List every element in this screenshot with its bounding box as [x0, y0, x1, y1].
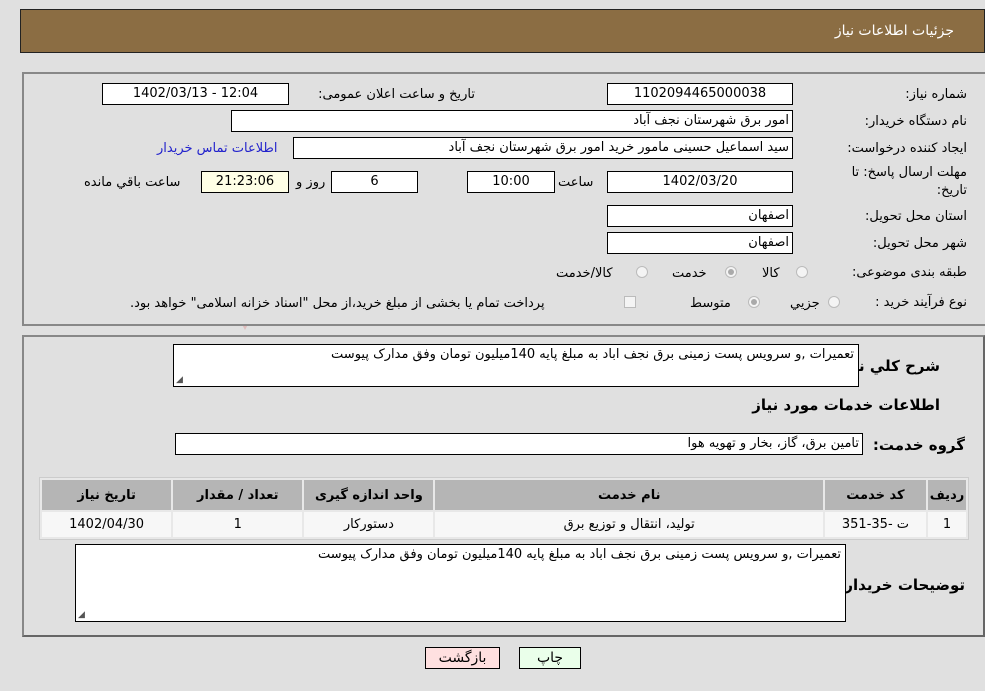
deadline-time-label: ساعت: [558, 175, 594, 190]
resize-handle-icon[interactable]: ◢: [176, 375, 183, 385]
cell-service-code: ت -35-351: [824, 512, 926, 537]
category-goods-service-label: کالا/خدمت: [556, 266, 613, 281]
services-section-title: اطلاعات خدمات مورد نیاز: [752, 396, 940, 414]
cell-quantity: 1: [173, 512, 303, 537]
cell-need-date: 1402/04/30: [42, 512, 172, 537]
buyer-notes-text: تعمیرات ,و سرویس پست زمینی برق نجف اباد …: [318, 547, 841, 562]
remaining-days-field: 6: [331, 171, 418, 193]
province-label: استان محل تحویل:: [865, 209, 967, 224]
buyer-org-label: نام دستگاه خریدار:: [864, 114, 967, 129]
deadline-date-field: 1402/03/20: [607, 171, 793, 193]
services-table: ردیف کد خدمت نام خدمت واحد اندازه گیری ت…: [39, 477, 969, 540]
buyer-contact-link[interactable]: اطلاعات تماس خریدار: [157, 141, 277, 156]
need-number-label: شماره نیاز:: [905, 87, 967, 102]
category-goods-service-radio[interactable]: [636, 266, 648, 278]
page-title: جزئیات اطلاعات نیاز: [834, 23, 954, 39]
resize-handle-icon[interactable]: ◢: [78, 610, 85, 620]
category-goods-label: کالا: [762, 266, 780, 281]
print-button[interactable]: چاپ: [519, 647, 581, 669]
service-group-label: گروه خدمت:: [872, 436, 965, 454]
requester-field: سید اسماعیل حسینی مامور خرید امور برق شه…: [293, 137, 793, 159]
purchase-medium-radio[interactable]: [748, 296, 760, 308]
need-number-field: 1102094465000038: [607, 83, 793, 105]
back-button[interactable]: بازگشت: [425, 647, 500, 669]
category-label: طبقه بندی موضوعی:: [851, 265, 967, 280]
remaining-label: ساعت باقي مانده: [84, 175, 181, 190]
city-label: شهر محل تحویل:: [872, 236, 967, 251]
treasury-checkbox[interactable]: [624, 296, 636, 308]
buyer-notes-textarea[interactable]: تعمیرات ,و سرویس پست زمینی برق نجف اباد …: [75, 544, 846, 622]
deadline-label: مهلت ارسال پاسخ: تا: [851, 165, 967, 180]
category-goods-radio[interactable]: [796, 266, 808, 278]
purchase-minor-radio[interactable]: [828, 296, 840, 308]
col-quantity: تعداد / مقدار: [173, 480, 303, 510]
buyer-notes-label: توضیحات خریدار:: [838, 576, 965, 594]
table-row: 1 ت -35-351 تولید، انتقال و توزیع برق دس…: [42, 512, 966, 537]
days-label: روز و: [296, 175, 326, 190]
purchase-minor-label: جزیي: [790, 296, 820, 311]
service-group-field: تامین برق، گاز، بخار و تهویه هوا: [175, 433, 863, 455]
cell-service-name: تولید، انتقال و توزیع برق: [435, 512, 823, 537]
summary-text: تعمیرات ,و سرویس پست زمینی برق نجف اباد …: [331, 347, 854, 362]
col-row-number: ردیف: [927, 480, 966, 510]
purchase-medium-label: متوسط: [690, 296, 731, 311]
col-need-date: تاریخ نیاز: [42, 480, 172, 510]
cell-row-number: 1: [927, 512, 966, 537]
announce-datetime-label: تاریخ و ساعت اعلان عمومی:: [318, 87, 475, 102]
purchase-type-label: نوع فرآیند خرید :: [875, 295, 967, 310]
col-service-code: کد خدمت: [824, 480, 926, 510]
deadline-time-field: 10:00: [467, 171, 555, 193]
province-field: اصفهان: [607, 205, 793, 227]
buyer-org-field: امور برق شهرستان نجف آباد: [231, 110, 793, 132]
category-service-label: خدمت: [672, 266, 707, 281]
services-table-header: ردیف کد خدمت نام خدمت واحد اندازه گیری ت…: [42, 480, 966, 510]
cell-unit: دستورکار: [304, 512, 434, 537]
col-unit: واحد اندازه گیری: [304, 480, 434, 510]
category-service-radio[interactable]: [725, 266, 737, 278]
treasury-note: پرداخت تمام یا بخشی از مبلغ خرید،از محل …: [130, 296, 545, 311]
col-service-name: نام خدمت: [435, 480, 823, 510]
remaining-time-field: 21:23:06: [201, 171, 289, 193]
deadline-label-line2: تاریخ:: [936, 183, 967, 198]
city-field: اصفهان: [607, 232, 793, 254]
summary-textarea[interactable]: تعمیرات ,و سرویس پست زمینی برق نجف اباد …: [173, 344, 859, 387]
page-header: جزئیات اطلاعات نیاز: [20, 9, 985, 53]
announce-datetime-field: 1402/03/13 - 12:04: [102, 83, 289, 105]
requester-label: ایجاد کننده درخواست:: [847, 141, 967, 156]
